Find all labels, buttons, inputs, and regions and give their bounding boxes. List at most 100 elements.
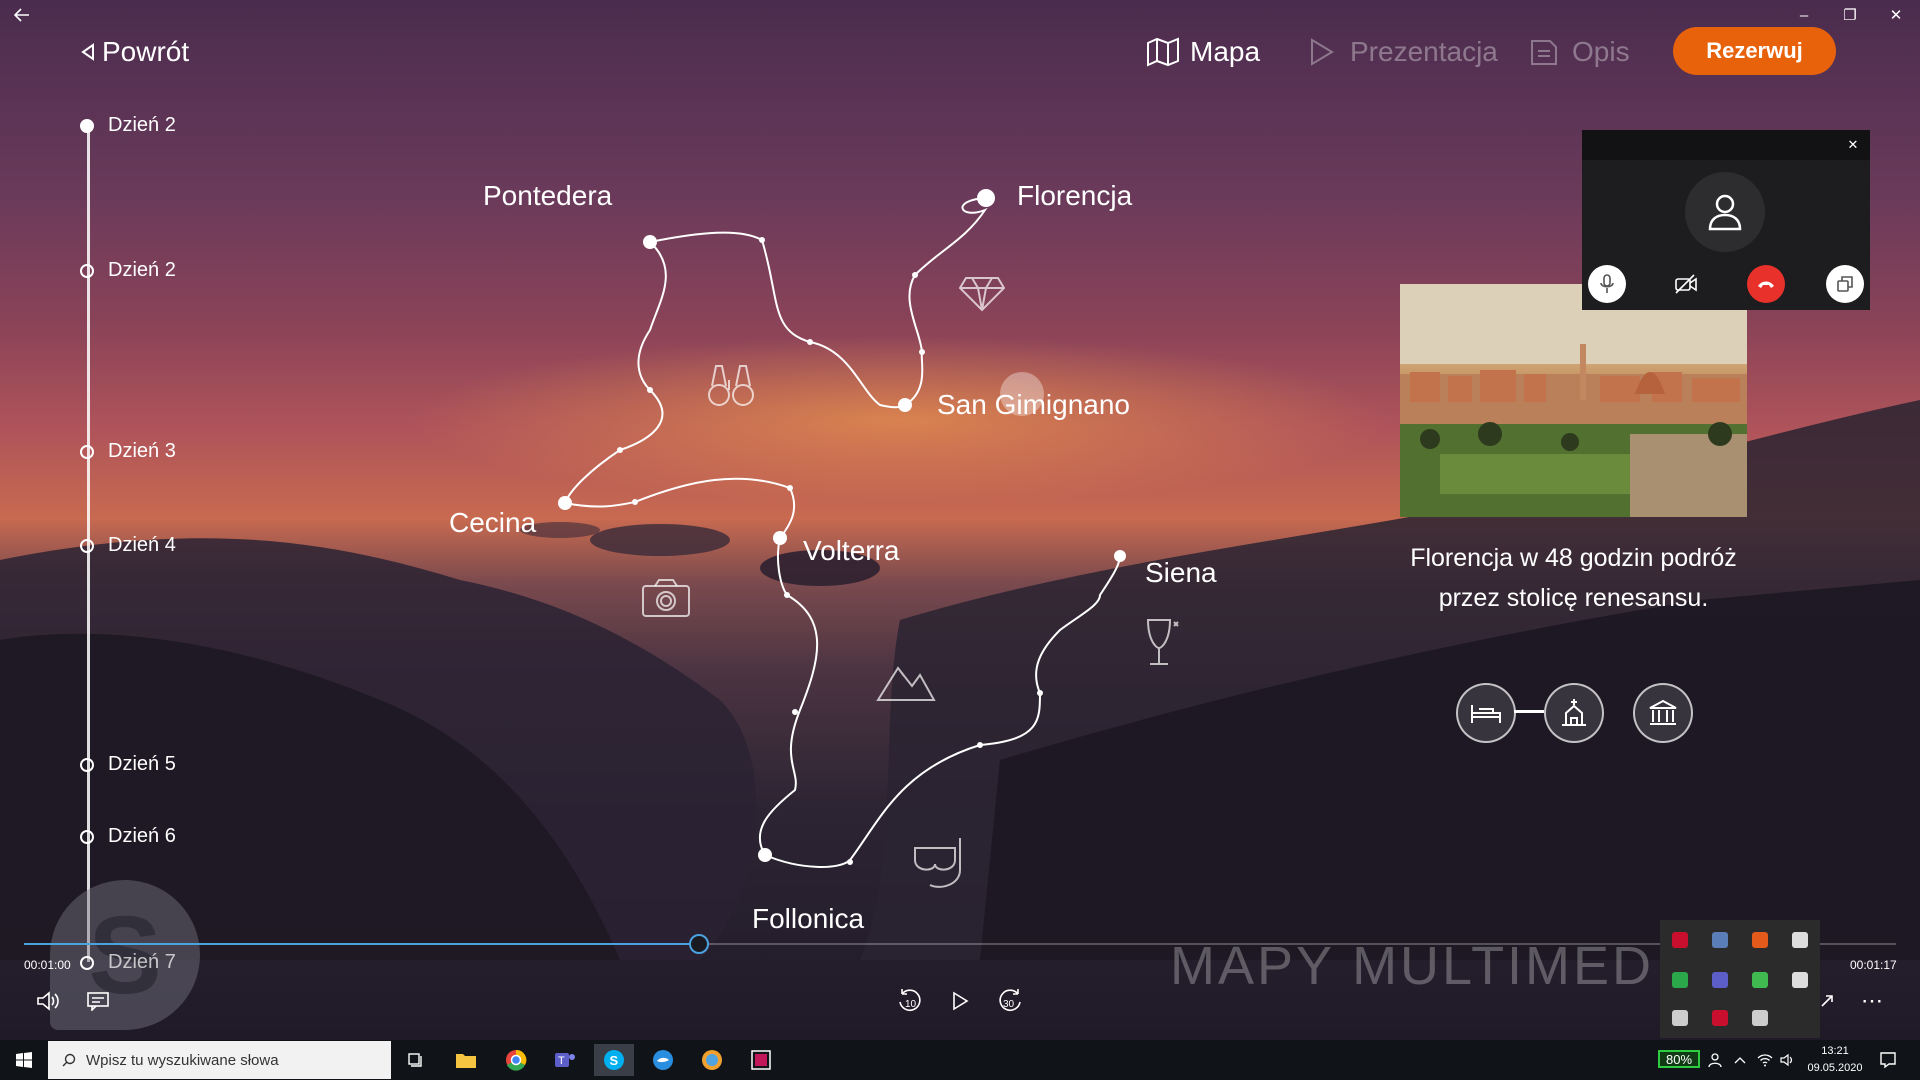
call-panel: ✕ xyxy=(1582,130,1870,310)
taskbar-search[interactable]: Wpisz tu wyszukiwane słowa xyxy=(48,1041,391,1079)
city-label-pontedera[interactable]: Pontedera xyxy=(483,180,612,212)
city-marker-san-gimignano xyxy=(898,398,912,412)
wifi-icon[interactable] xyxy=(1752,1044,1778,1076)
rewind-10-icon: 10 xyxy=(899,989,921,1011)
volume-button[interactable] xyxy=(30,985,66,1017)
city-label-volterra[interactable]: Volterra xyxy=(803,535,900,567)
svg-text:S: S xyxy=(610,1053,619,1068)
church-icon xyxy=(1562,699,1586,726)
folder-icon xyxy=(456,1054,476,1068)
route-path xyxy=(764,555,1121,868)
city-label-follonica[interactable]: Follonica xyxy=(752,903,864,935)
teams-icon: T xyxy=(555,1053,575,1067)
binoculars-icon xyxy=(708,365,754,406)
speaker-icon xyxy=(37,991,59,1011)
church-button[interactable] xyxy=(1544,683,1604,743)
microphone-icon[interactable] xyxy=(1672,1010,1688,1026)
museum-button[interactable] xyxy=(1633,683,1693,743)
city-photo xyxy=(1400,284,1747,517)
mountains-icon xyxy=(876,666,936,701)
timeline-dot xyxy=(80,955,94,970)
city-marker-pontedera xyxy=(643,235,657,249)
city-marker-follonica xyxy=(758,848,772,862)
city-label-siena[interactable]: Siena xyxy=(1145,557,1217,589)
call-close-button[interactable]: ✕ xyxy=(1842,134,1864,156)
taskbar-media-player[interactable] xyxy=(741,1044,781,1076)
taskbar-explorer[interactable] xyxy=(446,1044,486,1076)
taskbar-clock[interactable]: 13:21 09.05.2020 xyxy=(1800,1043,1870,1077)
chrome-icon xyxy=(506,1049,527,1071)
task-view-icon xyxy=(408,1053,422,1067)
notifications-icon[interactable] xyxy=(1868,1044,1908,1076)
teams-icon[interactable] xyxy=(1712,972,1728,988)
app-tray-icon[interactable] xyxy=(1712,932,1728,948)
diamond-icon xyxy=(958,277,1006,312)
hotel-button[interactable] xyxy=(1456,683,1516,743)
florence-photo-graphic xyxy=(1400,284,1747,517)
current-time: 00:01:00 xyxy=(24,958,71,972)
end-call-button[interactable] xyxy=(1747,265,1785,303)
taskbar-app[interactable] xyxy=(692,1044,732,1076)
expand-icon xyxy=(1821,995,1833,1007)
timeline-day[interactable]: Dzień 7 xyxy=(80,951,176,974)
video-toggle-button[interactable] xyxy=(1667,265,1705,303)
volume-tray-icon[interactable] xyxy=(1776,1044,1800,1076)
city-label-cecina[interactable]: Cecina xyxy=(449,507,536,539)
captions-button[interactable] xyxy=(80,985,116,1017)
captions-icon xyxy=(87,992,109,1011)
city-marker-volterra xyxy=(773,531,787,545)
rewind-button[interactable]: 10 xyxy=(892,985,928,1017)
bed-icon xyxy=(1471,705,1501,723)
tray-chevron-up-icon[interactable] xyxy=(1728,1044,1752,1076)
city-marker-florencja xyxy=(977,189,995,207)
taskbar-chrome[interactable] xyxy=(496,1044,536,1076)
display-icon[interactable] xyxy=(1792,932,1808,948)
wine-glass-icon xyxy=(1146,619,1179,665)
call-topbar: ✕ xyxy=(1582,130,1870,160)
app-tray-icon[interactable] xyxy=(1752,932,1768,948)
task-view-button[interactable] xyxy=(396,1044,436,1076)
camera-icon xyxy=(642,579,690,617)
route-path xyxy=(564,241,667,504)
trip-description: Florencja w 48 godzin podróż przez stoli… xyxy=(1410,544,1737,612)
shield-icon[interactable] xyxy=(1672,972,1688,988)
app-tray-icon[interactable] xyxy=(1712,1010,1728,1026)
forward-button[interactable]: 30 xyxy=(992,985,1028,1017)
icon-connector xyxy=(1514,710,1544,713)
city-marker-siena xyxy=(1114,550,1126,562)
battery-indicator[interactable]: 80% xyxy=(1658,1050,1700,1068)
mute-button[interactable] xyxy=(1588,265,1626,303)
route-path xyxy=(564,477,796,539)
popout-button[interactable] xyxy=(1826,265,1864,303)
play-icon xyxy=(953,991,969,1011)
route-path xyxy=(758,537,819,856)
taskbar-skype[interactable]: S xyxy=(594,1044,634,1076)
app-tray-icon[interactable] xyxy=(1752,972,1768,988)
search-placeholder: Wpisz tu wyszukiwane słowa xyxy=(86,1051,279,1069)
globe-app-icon xyxy=(702,1050,722,1070)
museum-icon xyxy=(1649,699,1677,725)
taskbar-teams[interactable]: T xyxy=(545,1044,585,1076)
mcafee-icon[interactable] xyxy=(1672,932,1688,948)
bird-app-icon xyxy=(653,1050,673,1070)
people-icon[interactable] xyxy=(1702,1044,1728,1076)
forward-30-icon: 30 xyxy=(999,989,1021,1011)
skype-icon: S xyxy=(604,1050,624,1070)
city-label-florencja[interactable]: Florencja xyxy=(1017,180,1132,212)
search-icon xyxy=(62,1053,76,1067)
hang-up-icon xyxy=(1758,281,1774,288)
city-label-san-gimignano[interactable]: San Gimignano xyxy=(937,389,1130,421)
microphone-icon xyxy=(1600,274,1614,293)
tray-overflow-popup xyxy=(1660,920,1820,1038)
progress-fill xyxy=(24,943,698,945)
defender-icon[interactable] xyxy=(1792,972,1808,988)
start-button[interactable] xyxy=(4,1044,44,1076)
more-options-button[interactable]: ⋯ xyxy=(1854,985,1890,1017)
film-icon xyxy=(751,1050,771,1070)
play-button[interactable] xyxy=(942,985,978,1017)
taskbar-app[interactable] xyxy=(643,1044,683,1076)
progress-thumb[interactable] xyxy=(688,934,709,954)
popout-icon xyxy=(1837,276,1853,292)
battery-tray-icon[interactable] xyxy=(1752,1010,1768,1026)
person-icon xyxy=(1708,194,1742,231)
